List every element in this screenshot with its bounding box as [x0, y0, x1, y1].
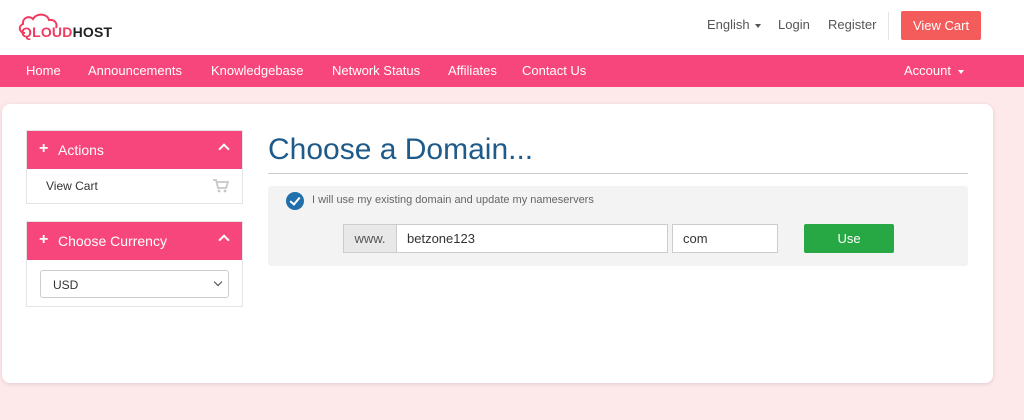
www-prefix: www. — [343, 224, 396, 253]
chevron-up-icon[interactable] — [218, 143, 230, 155]
domain-option-box: I will use my existing domain and update… — [268, 186, 968, 266]
currency-panel: + Choose Currency USD — [26, 221, 243, 307]
nav-home[interactable]: Home — [26, 55, 61, 87]
domain-name-input[interactable]: betzone123 — [396, 224, 668, 253]
logo-text-host: HOST — [72, 24, 113, 40]
register-link[interactable]: Register — [828, 17, 876, 32]
caret-down-icon — [957, 69, 964, 74]
title-divider — [268, 173, 968, 174]
nav-affiliates[interactable]: Affiliates — [448, 55, 497, 87]
nav-network-status[interactable]: Network Status — [332, 55, 420, 87]
nav-account-label: Account — [904, 63, 951, 78]
login-link[interactable]: Login — [778, 17, 810, 32]
plus-icon: + — [39, 231, 49, 248]
language-label: English — [707, 17, 750, 32]
check-circle-icon[interactable] — [286, 192, 304, 210]
currency-panel-title: Choose Currency — [58, 233, 167, 249]
cart-icon — [213, 179, 229, 193]
actions-panel-title: Actions — [58, 142, 104, 158]
existing-domain-option-label[interactable]: I will use my existing domain and update… — [312, 194, 594, 206]
tld-input[interactable]: com — [672, 224, 778, 253]
header-divider — [888, 12, 889, 40]
nav-announcements[interactable]: Announcements — [88, 55, 182, 87]
plus-icon: + — [39, 140, 49, 157]
chevron-up-icon[interactable] — [218, 234, 230, 246]
actions-panel-header[interactable]: + Actions — [27, 131, 242, 169]
main-navbar: Home Announcements Knowledgebase Network… — [0, 55, 1024, 87]
currency-panel-header[interactable]: + Choose Currency — [27, 222, 242, 260]
currency-selected-value: USD — [53, 278, 79, 292]
view-cart-button[interactable]: View Cart — [901, 11, 981, 40]
language-dropdown[interactable]: English — [707, 17, 761, 32]
use-button[interactable]: Use — [804, 224, 894, 253]
nav-contact-us[interactable]: Contact Us — [522, 55, 586, 87]
chevron-down-icon — [213, 277, 223, 287]
brand-logo[interactable]: QLOUDHOST — [17, 11, 127, 43]
caret-down-icon — [754, 23, 761, 28]
logo-text-qloud: QLOUD — [21, 24, 73, 40]
currency-select[interactable]: USD — [40, 270, 229, 298]
top-header: QLOUDHOST English Login Register View Ca… — [0, 0, 1024, 55]
nav-account-dropdown[interactable]: Account — [904, 55, 964, 87]
nav-knowledgebase[interactable]: Knowledgebase — [211, 55, 304, 87]
actions-panel: + Actions View Cart — [26, 130, 243, 204]
sidebar-view-cart-link[interactable]: View Cart — [46, 179, 98, 193]
page-title: Choose a Domain... — [268, 133, 534, 166]
